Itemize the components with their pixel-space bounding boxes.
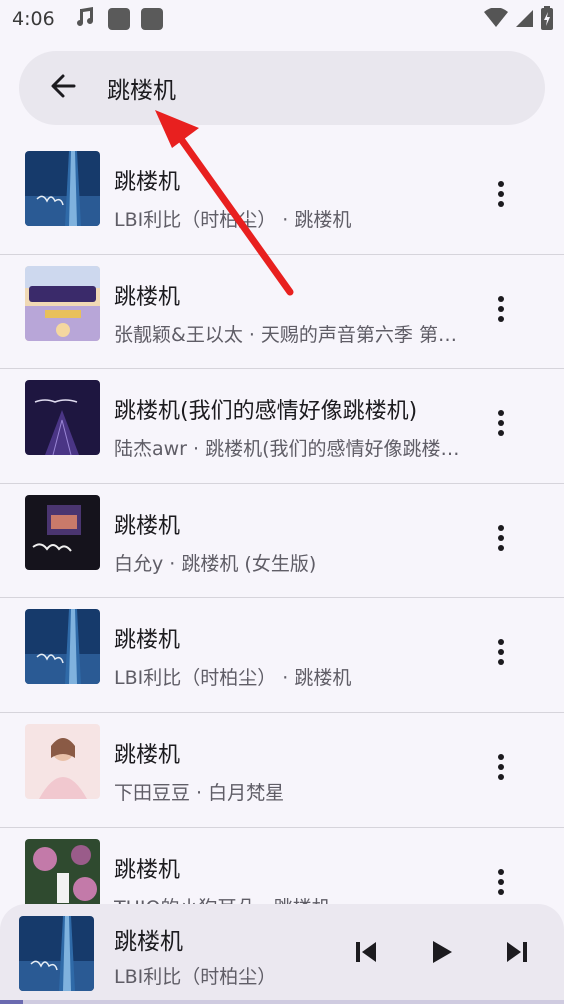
more-options-button[interactable] [486,864,516,904]
album-cover [25,380,100,456]
battery-icon [540,6,554,34]
search-input[interactable]: 跳楼机 [107,71,176,105]
song-row[interactable]: 跳楼机 下田豆豆 · 白月梵星 [0,713,564,828]
more-options-button[interactable] [486,749,516,789]
notification-icons [73,6,163,32]
album-cover [25,151,100,226]
more-options-button[interactable] [486,520,516,560]
status-time: 4:06 [12,8,55,30]
song-title: 跳楼机 [114,513,181,539]
arrow-left-icon [49,72,77,104]
album-cover [25,265,100,341]
album-cover [25,609,100,685]
song-subtitle: 白允y · 跳楼机 (女生版) [114,552,317,575]
more-options-button[interactable] [486,291,516,331]
song-title: 跳楼机(我们的感情好像跳楼机) [114,399,418,425]
wifi-icon [484,7,508,32]
play-button[interactable] [428,940,456,968]
skip-previous-icon [354,941,378,967]
song-title: 跳楼机 [114,742,181,768]
more-vert-icon [497,295,505,327]
now-playing-cover [19,916,94,991]
more-options-button[interactable] [486,176,516,216]
song-title: 跳楼机 [114,170,181,195]
more-vert-icon [497,753,505,785]
song-subtitle: 张靓颖&王以太 · 天赐的声音第六季 第10期 [114,323,464,346]
song-row[interactable]: 跳楼机 白允y · 跳楼机 (女生版) [0,484,564,599]
more-vert-icon [497,524,505,556]
playback-progress-fill [0,1000,23,1004]
previous-button[interactable] [352,940,380,968]
playback-progress-track[interactable] [0,1000,564,1004]
more-vert-icon [497,409,505,441]
app-notification-icon [140,8,163,30]
next-button[interactable] [503,940,531,968]
skip-next-icon [505,941,529,967]
song-row[interactable]: 跳楼机 LBI利比（时柏尘） · 跳楼机 [0,140,564,255]
song-title: 跳楼机 [114,284,181,310]
search-results-list: 跳楼机 LBI利比（时柏尘） · 跳楼机 跳楼机 张靓颖&王以太 · 天赐的声音… [0,140,564,942]
more-vert-icon [497,868,505,900]
back-button[interactable] [19,51,107,125]
album-cover [25,494,100,570]
more-vert-icon [497,180,505,212]
mini-player[interactable]: 跳楼机 LBI利比（时柏尘） [0,904,564,1004]
song-title: 跳楼机 [114,857,181,883]
music-note-icon [73,6,97,32]
song-subtitle: 下田豆豆 · 白月梵星 [114,781,285,804]
now-playing-title: 跳楼机 [114,929,183,955]
song-subtitle: LBI利比（时柏尘） · 跳楼机 [114,667,352,690]
more-options-button[interactable] [486,634,516,674]
play-icon [431,940,453,968]
song-subtitle: LBI利比（时柏尘） · 跳楼机 [114,209,352,231]
app-notification-icon [107,8,130,30]
now-playing-artist: LBI利比（时柏尘） [114,966,277,988]
search-bar[interactable]: 跳楼机 [19,51,545,125]
song-row[interactable]: 跳楼机 LBI利比（时柏尘） · 跳楼机 [0,598,564,713]
status-bar: 4:06 [0,0,564,38]
signal-icon [514,8,534,32]
more-vert-icon [497,638,505,670]
song-subtitle: 陆杰awr · 跳楼机(我们的感情好像跳楼机) [114,438,464,461]
system-icons [484,6,554,34]
album-cover [25,838,100,914]
album-cover [25,723,100,799]
song-row[interactable]: 跳楼机(我们的感情好像跳楼机) 陆杰awr · 跳楼机(我们的感情好像跳楼机) [0,369,564,484]
song-title: 跳楼机 [114,628,181,654]
more-options-button[interactable] [486,405,516,445]
song-row[interactable]: 跳楼机 张靓颖&王以太 · 天赐的声音第六季 第10期 [0,255,564,370]
